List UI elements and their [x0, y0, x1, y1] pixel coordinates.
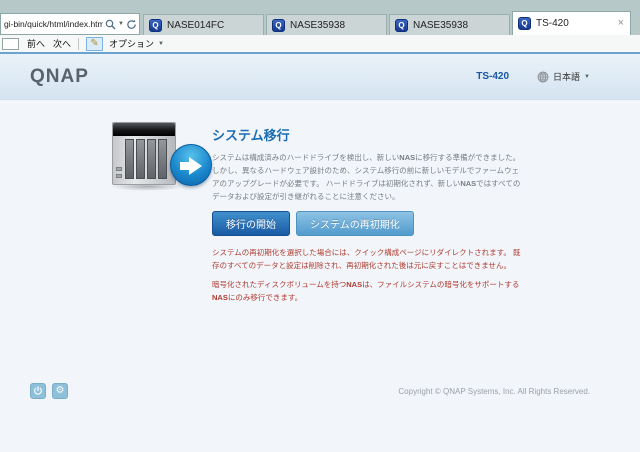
nas-power-button-detail — [116, 167, 122, 171]
language-label: 日本語 — [553, 70, 580, 83]
refresh-icon[interactable] — [126, 19, 137, 30]
start-migration-button[interactable]: 移行の開始 — [212, 211, 290, 236]
nas-usb-port-detail — [116, 174, 122, 178]
browser-chrome: gi-bin/quick/html/index.htm ▼ Q NASE014F… — [0, 0, 640, 54]
language-selector[interactable]: 日本語 ▼ — [537, 70, 590, 83]
reinitialize-warning-text: システムの再初期化を選択した場合には、クイック構成ページにリダイレクトされます。… — [212, 246, 524, 272]
nas-migration-illustration — [108, 120, 223, 205]
tab-label: NASE35938 — [290, 20, 345, 31]
options-label: オプション — [109, 37, 154, 50]
globe-icon — [537, 71, 549, 83]
page-title: システム移行 — [212, 125, 524, 144]
secondary-toolbar: 前へ 次へ ✎ オプション ▼ — [0, 35, 640, 52]
qnap-favicon-icon: Q — [395, 19, 408, 32]
site-footer: ⚙ Copyright © QNAP Systems, Inc. All Rig… — [30, 382, 590, 400]
prev-button[interactable]: 前へ — [27, 37, 45, 50]
qnap-favicon-icon: Q — [272, 19, 285, 32]
power-button[interactable] — [30, 383, 46, 399]
system-buttons: ⚙ — [30, 383, 68, 399]
migration-arrow-icon — [170, 144, 212, 186]
tab-ts420-active[interactable]: Q TS-420 × — [512, 11, 631, 35]
tab-bar: gi-bin/quick/html/index.htm ▼ Q NASE014F… — [0, 10, 640, 35]
search-icon[interactable] — [105, 19, 116, 30]
address-bar[interactable]: gi-bin/quick/html/index.htm ▼ — [0, 13, 140, 35]
tab-label: NASE35938 — [413, 20, 468, 31]
close-icon[interactable]: × — [617, 18, 625, 29]
power-icon — [33, 386, 43, 396]
reinitialize-system-button[interactable]: システムの再初期化 — [296, 211, 414, 236]
settings-button[interactable]: ⚙ — [52, 383, 68, 399]
copyright-text: Copyright © QNAP Systems, Inc. All Right… — [398, 387, 590, 396]
qnap-quick-setup-page: QNAP TS-420 日本語 ▼ — [0, 54, 640, 452]
options-button[interactable]: オプション ▼ — [109, 37, 164, 50]
model-label: TS-420 — [476, 71, 509, 82]
migration-description: システムは構成済みのハードドライブを検出し、新しいNASに移行する準備ができまし… — [212, 151, 524, 203]
next-button[interactable]: 次へ — [53, 37, 71, 50]
qnap-logo: QNAP — [30, 66, 89, 88]
nas-top-panel — [113, 123, 175, 136]
header-right: TS-420 日本語 ▼ — [476, 70, 590, 83]
qnap-favicon-icon: Q — [149, 19, 162, 32]
chevron-down-icon: ▼ — [158, 41, 164, 47]
site-header: QNAP TS-420 日本語 ▼ — [0, 54, 640, 100]
tab-strip: Q NASE014FC Q NASE35938 Q NASE35938 Q TS… — [143, 11, 640, 35]
highlight-pencil-button[interactable]: ✎ — [86, 37, 103, 51]
nas-tower-image — [112, 122, 176, 185]
toolbar-divider — [78, 38, 79, 50]
tab-nase014fc[interactable]: Q NASE014FC — [143, 14, 264, 35]
toolbar-mini-input[interactable] — [2, 38, 19, 50]
tab-label: NASE014FC — [167, 20, 224, 31]
main-content: システム移行 システムは構成済みのハードドライブを検出し、新しいNASに移行する… — [212, 125, 524, 304]
tab-label: TS-420 — [536, 18, 569, 29]
address-dropdown-icon[interactable]: ▼ — [118, 21, 124, 27]
qnap-favicon-icon: Q — [518, 17, 531, 30]
address-url[interactable]: gi-bin/quick/html/index.htm — [4, 19, 103, 29]
window-top-strip — [0, 0, 640, 10]
tab-nase35938-2[interactable]: Q NASE35938 — [389, 14, 510, 35]
pencil-icon: ✎ — [90, 39, 98, 49]
chevron-down-icon: ▼ — [584, 74, 590, 80]
action-buttons: 移行の開始 システムの再初期化 — [212, 211, 524, 236]
tab-nase35938-1[interactable]: Q NASE35938 — [266, 14, 387, 35]
encryption-warning-text: 暗号化されたディスクボリュームを持つNASは、ファイルシステムの暗号化をサポート… — [212, 278, 524, 304]
gear-icon: ⚙ — [56, 386, 65, 396]
nas-drive-bays — [125, 139, 167, 179]
